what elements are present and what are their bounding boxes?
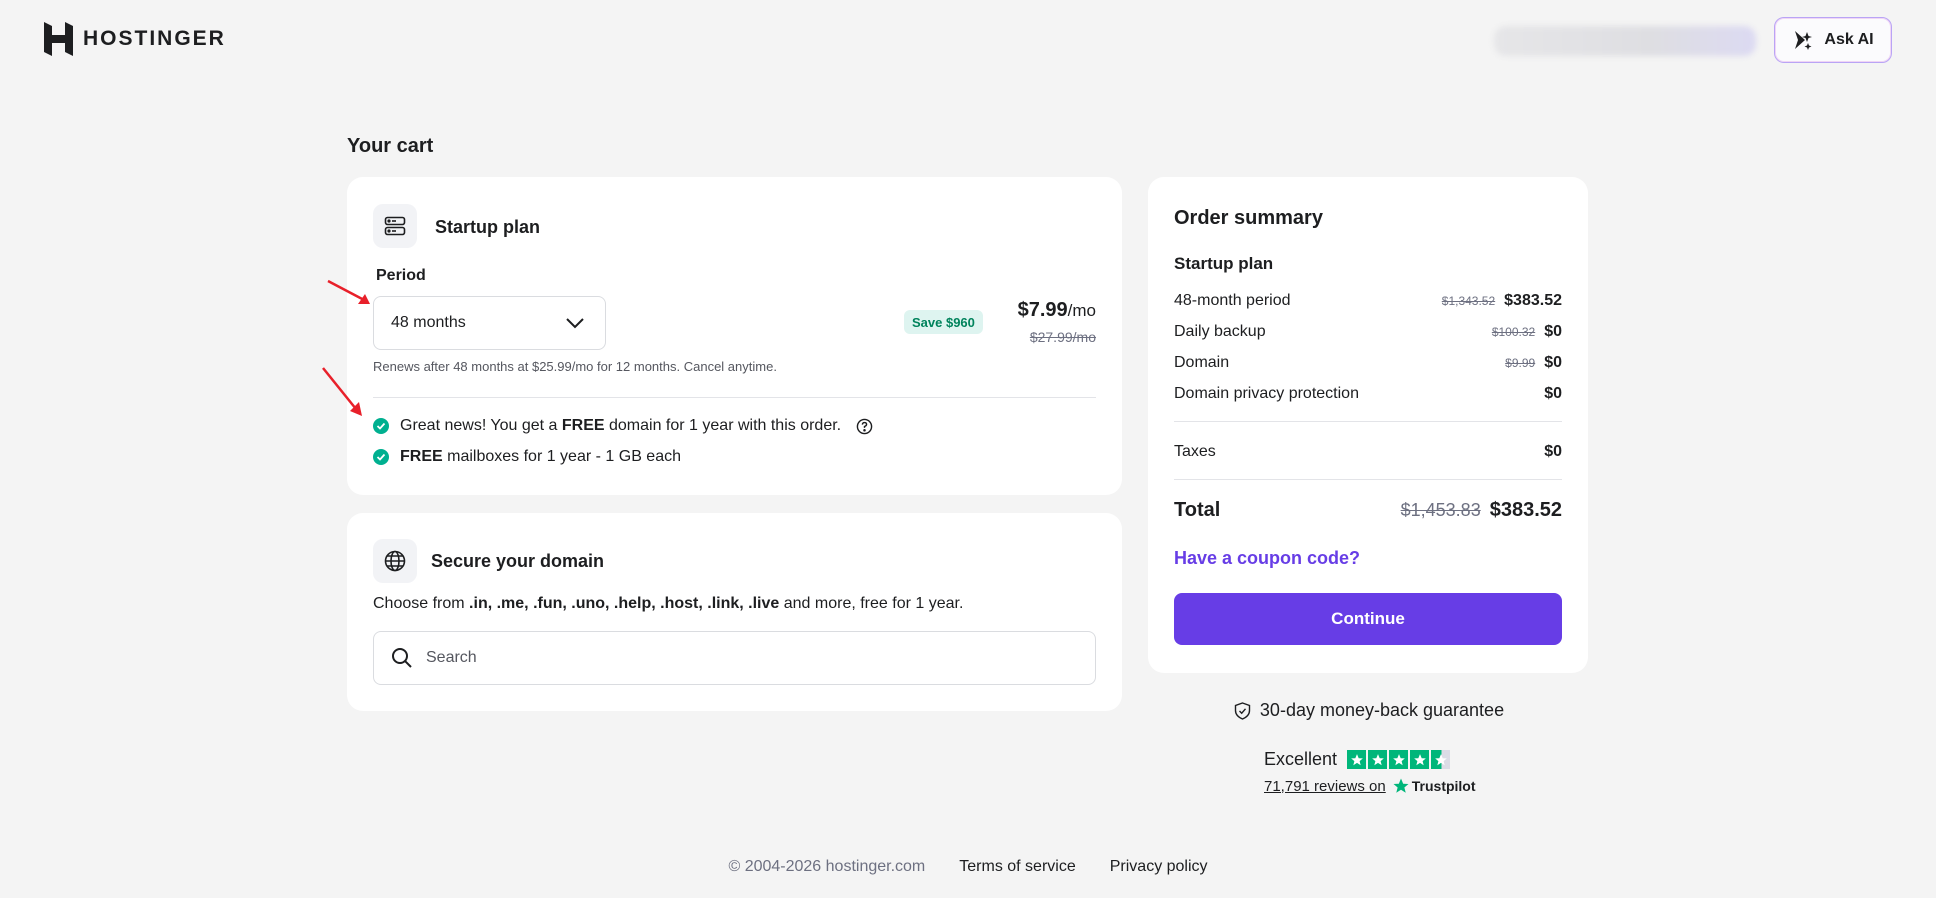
user-account-blurred[interactable] (1494, 26, 1756, 56)
save-badge: Save $960 (904, 310, 983, 334)
money-back-guarantee: 30-day money-back guarantee (1224, 700, 1514, 721)
star-icon (1389, 750, 1409, 769)
price-unit: /mo (1067, 301, 1096, 320)
summary-row-period: 48-month period $1,343.52 $383.52 (1174, 292, 1562, 309)
shield-check-icon (1234, 701, 1251, 720)
summary-plan-name: Startup plan (1174, 254, 1274, 273)
period-value: 48 months (391, 314, 466, 331)
terms-link[interactable]: Terms of service (959, 858, 1075, 876)
coupon-link[interactable]: Have a coupon code? (1174, 548, 1360, 569)
globe-icon-box (373, 539, 417, 583)
server-icon (384, 216, 406, 236)
hostinger-logo[interactable]: HOSTINGER (44, 22, 226, 56)
ask-ai-button[interactable]: Ask AI (1774, 17, 1892, 63)
trustpilot-reviews: 71,791 reviews on Trustpilot (1264, 777, 1476, 795)
annotation-arrow (327, 279, 370, 304)
logo-text: HOSTINGER (83, 27, 226, 50)
summary-row-privacy: Domain privacy protection $0 (1174, 385, 1562, 402)
globe-icon (384, 550, 406, 572)
continue-button[interactable]: Continue (1174, 593, 1562, 645)
star-icon (1410, 750, 1430, 769)
plan-title: Startup plan (435, 217, 541, 237)
domain-search-input[interactable] (426, 649, 1066, 667)
footer: © 2004-2026 hostinger.com Terms of servi… (0, 858, 1936, 876)
server-icon-box (373, 204, 417, 248)
period-select[interactable]: 48 months (373, 296, 606, 350)
sparkle-icon (1795, 31, 1813, 50)
header: HOSTINGER Ask AI (0, 0, 1936, 80)
order-summary-title: Order summary (1174, 207, 1323, 229)
period-label: Period (376, 267, 426, 284)
star-icon (1347, 750, 1367, 769)
domain-search-box[interactable] (373, 631, 1096, 685)
summary-row-taxes: Taxes $0 (1174, 443, 1562, 460)
privacy-link[interactable]: Privacy policy (1110, 858, 1208, 876)
check-circle-icon (373, 418, 389, 434)
half-star-icon (1431, 750, 1451, 769)
help-icon[interactable] (856, 418, 873, 435)
rating-word: Excellent (1264, 749, 1338, 769)
copyright: © 2004-2026 hostinger.com (728, 858, 926, 875)
summary-total: Total $1,453.83 $383.52 (1174, 499, 1562, 521)
summary-divider (1174, 421, 1562, 422)
renewal-note: Renews after 48 months at $25.99/mo for … (373, 359, 777, 374)
domain-card: Secure your domain Choose from .in, .me,… (347, 513, 1122, 711)
old-monthly-price: $27.99/mo (1029, 329, 1096, 345)
perk-text: Great news! You get a FREE domain for 1 … (400, 417, 842, 434)
domain-card-title: Secure your domain (431, 551, 605, 571)
monthly-price: $7.99/mo (1018, 299, 1096, 322)
search-icon (392, 648, 412, 668)
ask-ai-label: Ask AI (1824, 31, 1874, 48)
star-icon (1368, 750, 1388, 769)
trustpilot-logo: Trustpilot (1392, 777, 1476, 795)
domain-description: Choose from .in, .me, .fun, .uno, .help,… (373, 595, 964, 612)
trustpilot-rating: Excellent (1264, 749, 1451, 770)
check-circle-icon (373, 449, 389, 465)
perk-free-domain: Great news! You get a FREE domain for 1 … (373, 417, 873, 435)
plan-divider (373, 397, 1096, 398)
perk-free-mailboxes: FREE mailboxes for 1 year - 1 GB each (373, 448, 681, 466)
summary-row-backup: Daily backup $100.32 $0 (1174, 323, 1562, 340)
annotation-arrow (322, 367, 362, 416)
trustpilot-stars (1347, 750, 1451, 769)
order-summary-card: Order summary Startup plan 48-month peri… (1148, 177, 1588, 673)
trustpilot-star-icon (1393, 778, 1409, 793)
summary-row-domain: Domain $9.99 $0 (1174, 354, 1562, 371)
plan-card: Startup plan Period 48 months Save $960 … (347, 177, 1122, 495)
hostinger-logo-icon (44, 22, 73, 56)
reviews-link[interactable]: 71,791 reviews on (1264, 778, 1386, 795)
price-value: $7.99 (1017, 299, 1068, 321)
summary-divider (1174, 479, 1562, 480)
perk-text: FREE mailboxes for 1 year - 1 GB each (400, 448, 681, 465)
chevron-down-icon (566, 318, 584, 329)
page-title: Your cart (347, 135, 434, 157)
